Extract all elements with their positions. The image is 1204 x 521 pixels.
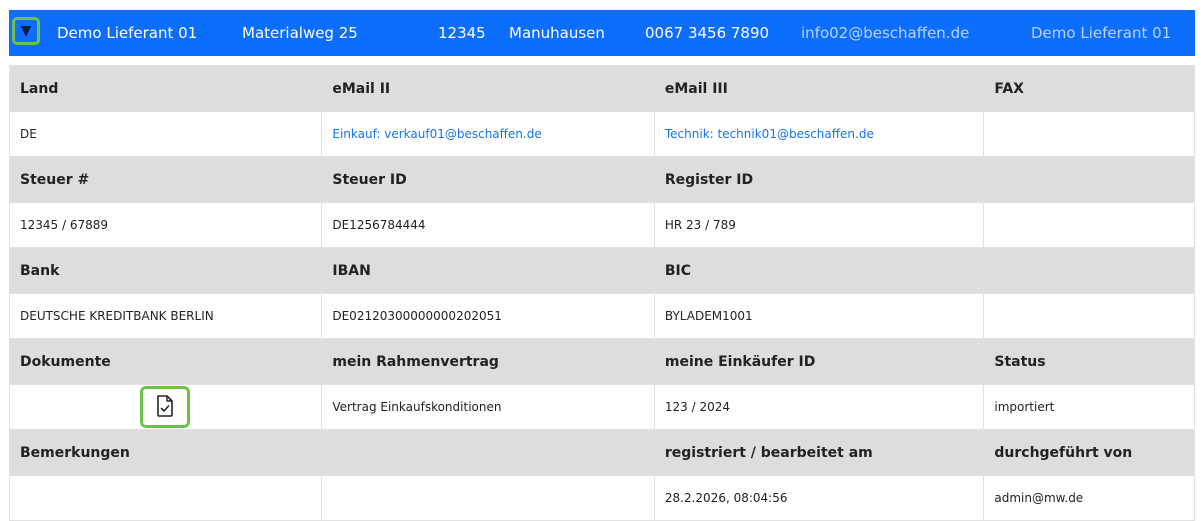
email-2-link[interactable]: Einkauf: verkauf01@beschaffen.de [332, 127, 541, 141]
email-3-link[interactable]: Technik: technik01@beschaffen.de [665, 127, 874, 141]
document-open-button[interactable] [140, 386, 190, 428]
supplier-details-table: Land eMail II eMail III FAX DE Einkauf: … [8, 65, 1195, 521]
label-land: Land [8, 65, 323, 112]
value-land: DE [8, 111, 323, 157]
table-row: DEUTSCHE KREDITBANK BERLIN DE02120300000… [8, 293, 1195, 339]
label-dokumente: Dokumente [8, 338, 323, 385]
table-row: Bank IBAN BIC [8, 247, 1195, 294]
supplier-header-bar[interactable]: ▼ Demo Lieferant 01 Materialweg 25 12345… [9, 10, 1195, 56]
table-row: Land eMail II eMail III FAX [8, 65, 1195, 112]
table-row: 28.2.2026, 08:04:56 admin@mw.de [8, 475, 1195, 521]
empty-cell [983, 293, 1195, 339]
supplier-name-secondary: Demo Lieferant 01 [1031, 24, 1172, 42]
supplier-name: Demo Lieferant 01 [57, 24, 198, 42]
value-fax [983, 111, 1195, 157]
table-row: Bemerkungen registriert / bearbeitet am … [8, 429, 1195, 476]
label-steuer-id: Steuer ID [321, 156, 655, 203]
label-registriert: registriert / bearbeitet am [653, 429, 985, 476]
value-einkaeufer-id: 123 / 2024 [653, 384, 985, 430]
supplier-details-panel: Land eMail II eMail III FAX DE Einkauf: … [8, 65, 1195, 521]
value-registriert: 28.2.2026, 08:04:56 [653, 475, 985, 521]
table-row: Vertrag Einkaufskonditionen 123 / 2024 i… [8, 384, 1195, 430]
value-bank: DEUTSCHE KREDITBANK BERLIN [8, 293, 323, 339]
label-bemerkungen: Bemerkungen [8, 429, 323, 476]
supplier-email: info02@beschaffen.de [801, 24, 970, 42]
label-steuer-nr: Steuer # [8, 156, 323, 203]
empty-cell [983, 247, 1195, 294]
empty-cell [983, 156, 1195, 203]
value-register-id: HR 23 / 789 [653, 202, 985, 248]
supplier-city: Manuhausen [509, 24, 605, 42]
table-row: Steuer # Steuer ID Register ID [8, 156, 1195, 203]
value-rahmenvertrag: Vertrag Einkaufskonditionen [321, 384, 655, 430]
label-bank: Bank [8, 247, 323, 294]
supplier-street: Materialweg 25 [242, 24, 358, 42]
caret-down-icon[interactable]: ▼ [12, 17, 40, 45]
documents-cell [8, 384, 323, 430]
label-status: Status [983, 338, 1195, 385]
supplier-zip: 12345 [438, 24, 486, 42]
label-bic: BIC [653, 247, 985, 294]
value-bic: BYLADEM1001 [653, 293, 985, 339]
value-durchgefuehrt: admin@mw.de [983, 475, 1195, 521]
label-register-id: Register ID [653, 156, 985, 203]
value-steuer-id: DE1256784444 [321, 202, 655, 248]
table-row: Dokumente mein Rahmenvertrag meine Einkä… [8, 338, 1195, 385]
label-email-2: eMail II [321, 65, 655, 112]
value-steuer-nr: 12345 / 67889 [8, 202, 323, 248]
label-email-3: eMail III [653, 65, 985, 112]
value-status: importiert [983, 384, 1195, 430]
value-iban: DE02120300000000202051 [321, 293, 655, 339]
empty-cell [321, 475, 655, 521]
empty-cell [321, 429, 655, 476]
document-check-icon [157, 395, 173, 417]
table-row: 12345 / 67889 DE1256784444 HR 23 / 789 [8, 202, 1195, 248]
supplier-phone: 0067 3456 7890 [645, 24, 770, 42]
value-bemerkungen [8, 475, 323, 521]
label-durchgefuehrt: durchgeführt von [983, 429, 1195, 476]
label-rahmenvertrag: mein Rahmenvertrag [321, 338, 655, 385]
empty-cell [983, 202, 1195, 248]
label-iban: IBAN [321, 247, 655, 294]
table-row: DE Einkauf: verkauf01@beschaffen.de Tech… [8, 111, 1195, 157]
label-fax: FAX [983, 65, 1195, 112]
label-einkaeufer-id: meine Einkäufer ID [653, 338, 985, 385]
